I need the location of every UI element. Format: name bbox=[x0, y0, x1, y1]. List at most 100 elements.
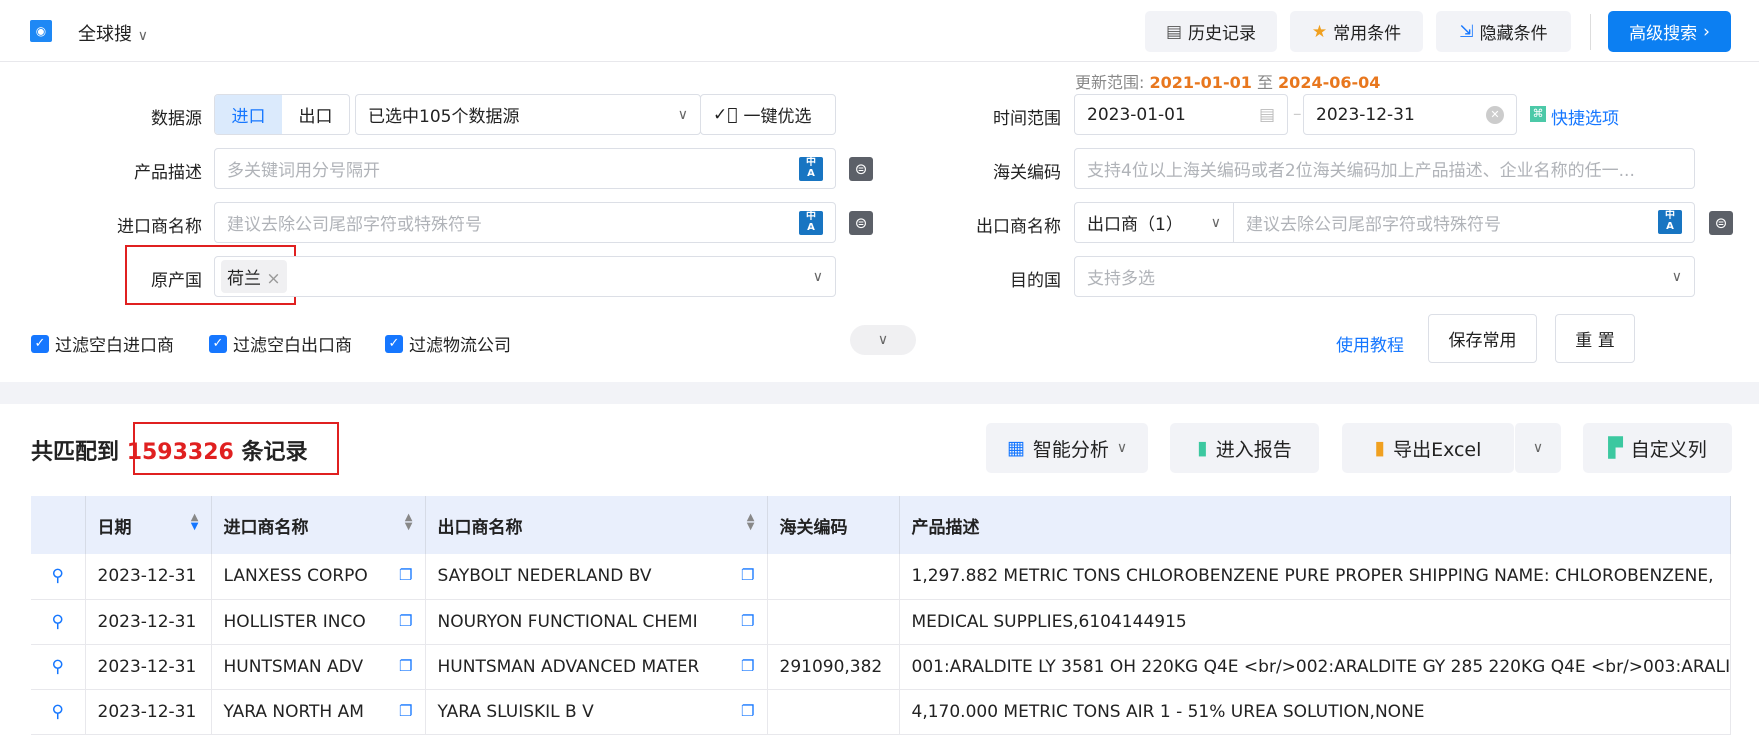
cell-importer[interactable]: ❐ HUNTSMAN ADV bbox=[211, 644, 426, 690]
origin-select[interactable]: 荷兰 × ∨ bbox=[214, 256, 836, 297]
save-common-button[interactable]: 保存常用 bbox=[1428, 314, 1537, 363]
filter-logistics-checkbox[interactable]: ✓ 过滤物流公司 bbox=[385, 331, 511, 356]
search-icon[interactable]: ⚲ bbox=[31, 689, 86, 735]
dest-select[interactable]: 支持多选 ∨ bbox=[1074, 256, 1695, 297]
history-icon: ▤ bbox=[1165, 21, 1183, 42]
filter-blank-importer-checkbox[interactable]: ✓ 过滤空白进口商 bbox=[31, 331, 174, 356]
table-header-row: 日期 ▲ ▼ 进口商名称 ▲ ▼ 出口商名称 ▲ ▼ 海关编码 产品描述 bbox=[31, 496, 1731, 554]
optimize-label: 一键优选 bbox=[743, 107, 812, 127]
chevron-down-icon: ∨ bbox=[1116, 440, 1128, 456]
datasource-select[interactable]: 已选中105个数据源 ∨ bbox=[355, 94, 701, 135]
product-input[interactable]: 多关键词用分号隔开 中 A bbox=[214, 148, 836, 189]
search-icon[interactable]: ⚲ bbox=[31, 599, 86, 645]
end-date-input[interactable]: 2023-12-31 ✕ bbox=[1303, 94, 1517, 135]
copy-icon[interactable]: ❐ bbox=[741, 702, 754, 720]
cell-description: 001:ARALDITE LY 3581 OH 220KG Q4E <br/>0… bbox=[899, 644, 1731, 690]
export-dropdown-button[interactable]: ∨ bbox=[1514, 423, 1561, 473]
dest-label: 目的国 bbox=[1010, 271, 1061, 291]
cell-exporter[interactable]: ❐ YARA SLUISKIL B V bbox=[425, 689, 768, 735]
translate-icon[interactable]: 中A bbox=[1658, 210, 1682, 234]
hs-input[interactable]: 支持4位以上海关编码或者2位海关编码加上产品描述、企业名称的任一... bbox=[1074, 148, 1695, 189]
common-label: 常用条件 bbox=[1333, 24, 1402, 44]
history-button[interactable]: ▤ 历史记录 bbox=[1145, 11, 1277, 52]
header-exporter[interactable]: 出口商名称 ▲ ▼ bbox=[425, 496, 768, 554]
custom-columns-button[interactable]: ▛ 自定义列 bbox=[1583, 423, 1732, 473]
checkbox-checked-icon: ✓ bbox=[209, 334, 227, 353]
cell-hs: 291090,382 bbox=[767, 644, 900, 690]
chevron-down-icon: ∨ bbox=[812, 268, 823, 285]
cell-description: 1,297.882 METRIC TONS CHLOROBENZENE PURE… bbox=[899, 554, 1731, 600]
check-circle-icon: ✓⃝ bbox=[713, 104, 738, 125]
copy-icon[interactable]: ❐ bbox=[399, 702, 412, 720]
exporter-type-select[interactable]: 出口商（1） ∨ bbox=[1075, 203, 1234, 242]
report-button[interactable]: ▮ 进入报告 bbox=[1170, 423, 1319, 473]
datasource-toggle[interactable]: 进口 出口 bbox=[214, 94, 350, 135]
export-icon: ▮ bbox=[1374, 437, 1386, 459]
datasource-label: 数据源 bbox=[151, 109, 202, 129]
history-label: 历史记录 bbox=[1188, 24, 1257, 44]
search-icon[interactable]: ⚲ bbox=[31, 554, 86, 600]
cell-importer[interactable]: ❐ HOLLISTER INCO bbox=[211, 599, 426, 645]
table-row[interactable]: ⚲ 2023-12-31 ❐ HOLLISTER INCO ❐ NOURYON FU… bbox=[31, 599, 1731, 645]
star-icon: ★ bbox=[1311, 21, 1328, 42]
clear-icon[interactable]: ✕ bbox=[1486, 105, 1504, 124]
chevron-down-icon: ∨ bbox=[137, 28, 148, 44]
update-range: 更新范围: 2021-01-01 至 2024-06-04 bbox=[1075, 73, 1381, 92]
chevron-down-icon: ∨ bbox=[677, 106, 688, 123]
dest-placeholder: 支持多选 bbox=[1087, 269, 1155, 289]
quick-options-link[interactable]: ⌘ 快捷选项 bbox=[1530, 104, 1619, 129]
exporter-input-group: 出口商（1） ∨ 建议去除公司尾部字符或特殊符号 中 A bbox=[1074, 202, 1695, 243]
smart-analysis-button[interactable]: ▦ 智能分析 ∨ bbox=[986, 423, 1148, 473]
product-label: 产品描述 bbox=[134, 163, 202, 183]
search-mode-select[interactable]: 全球搜 ∨ bbox=[78, 20, 148, 46]
reset-button[interactable]: 重 置 bbox=[1555, 314, 1635, 363]
exporter-input[interactable]: 建议去除公司尾部字符或特殊符号 中 A bbox=[1234, 210, 1694, 235]
filter-blank-exporter-checkbox[interactable]: ✓ 过滤空白出口商 bbox=[209, 331, 352, 356]
common-conditions-button[interactable]: ★ 常用条件 bbox=[1290, 11, 1423, 52]
chevron-right-icon: › bbox=[1703, 21, 1710, 42]
section-divider bbox=[0, 382, 1759, 404]
tab-import[interactable]: 进口 bbox=[215, 95, 282, 134]
tab-export[interactable]: 出口 bbox=[282, 102, 349, 127]
copy-icon[interactable]: ❐ bbox=[399, 657, 412, 675]
sort-icon[interactable]: ▲ ▼ bbox=[191, 512, 199, 531]
search-mode-label: 全球搜 bbox=[78, 24, 132, 45]
copy-icon[interactable]: ❐ bbox=[741, 612, 754, 630]
sort-icon[interactable]: ▲ ▼ bbox=[405, 512, 413, 531]
tutorial-link[interactable]: 使用教程 bbox=[1336, 331, 1404, 356]
sort-icon[interactable]: ▲ ▼ bbox=[747, 512, 755, 531]
hide-conditions-button[interactable]: ⇲ 隐藏条件 bbox=[1436, 11, 1571, 52]
product-placeholder: 多关键词用分号隔开 bbox=[227, 161, 380, 181]
search-button[interactable]: 搜 索 bbox=[1652, 314, 1732, 363]
cell-exporter[interactable]: ❐ HUNTSMAN ADVANCED MATER bbox=[425, 644, 768, 690]
start-date-input[interactable]: 2023-01-01 ▤ bbox=[1074, 94, 1288, 135]
header-date[interactable]: 日期 ▲ ▼ bbox=[85, 496, 212, 554]
table-row[interactable]: ⚲ 2023-12-31 ❐ HUNTSMAN ADV ❐ HUNTSMAN ADV… bbox=[31, 644, 1731, 690]
advanced-search-button[interactable]: 高级搜索 › bbox=[1608, 11, 1731, 52]
table-row[interactable]: ⚲ 2023-12-31 ❐ YARA NORTH AM ❐ YARA SLUISK… bbox=[31, 689, 1731, 735]
translate-icon[interactable]: 中A bbox=[799, 210, 823, 235]
header-description: 产品描述 bbox=[899, 496, 1731, 554]
search-detail-icon[interactable]: ⊜ bbox=[849, 211, 873, 235]
search-detail-icon[interactable]: ⊜ bbox=[1709, 211, 1733, 235]
copy-icon[interactable]: ❐ bbox=[399, 612, 412, 630]
highlight-box bbox=[133, 422, 339, 475]
search-detail-icon[interactable]: ⊜ bbox=[849, 157, 873, 181]
table-row[interactable]: ⚲ 2023-12-31 ❐ LANXESS CORPO ❐ SAYBOLT NED… bbox=[31, 554, 1731, 600]
translate-icon[interactable]: 中A bbox=[799, 156, 823, 181]
close-icon[interactable]: × bbox=[266, 269, 280, 289]
copy-icon[interactable]: ❐ bbox=[399, 566, 412, 584]
cell-importer[interactable]: ❐ YARA NORTH AM bbox=[211, 689, 426, 735]
export-excel-button[interactable]: ▮ 导出Excel bbox=[1342, 423, 1514, 473]
cell-importer[interactable]: ❐ LANXESS CORPO bbox=[211, 554, 426, 600]
importer-input[interactable]: 建议去除公司尾部字符或特殊符号 中 A bbox=[214, 202, 836, 243]
copy-icon[interactable]: ❐ bbox=[741, 566, 754, 584]
copy-icon[interactable]: ❐ bbox=[741, 657, 754, 675]
cell-exporter[interactable]: ❐ NOURYON FUNCTIONAL CHEMI bbox=[425, 599, 768, 645]
search-icon[interactable]: ⚲ bbox=[31, 644, 86, 690]
optimize-button[interactable]: ✓⃝ 一键优选 bbox=[700, 94, 836, 135]
header-importer[interactable]: 进口商名称 ▲ ▼ bbox=[211, 496, 426, 554]
expand-toggle[interactable]: ∨ bbox=[850, 325, 916, 355]
quick-options-label: 快捷选项 bbox=[1551, 109, 1619, 129]
cell-exporter[interactable]: ❐ SAYBOLT NEDERLAND BV bbox=[425, 554, 768, 600]
